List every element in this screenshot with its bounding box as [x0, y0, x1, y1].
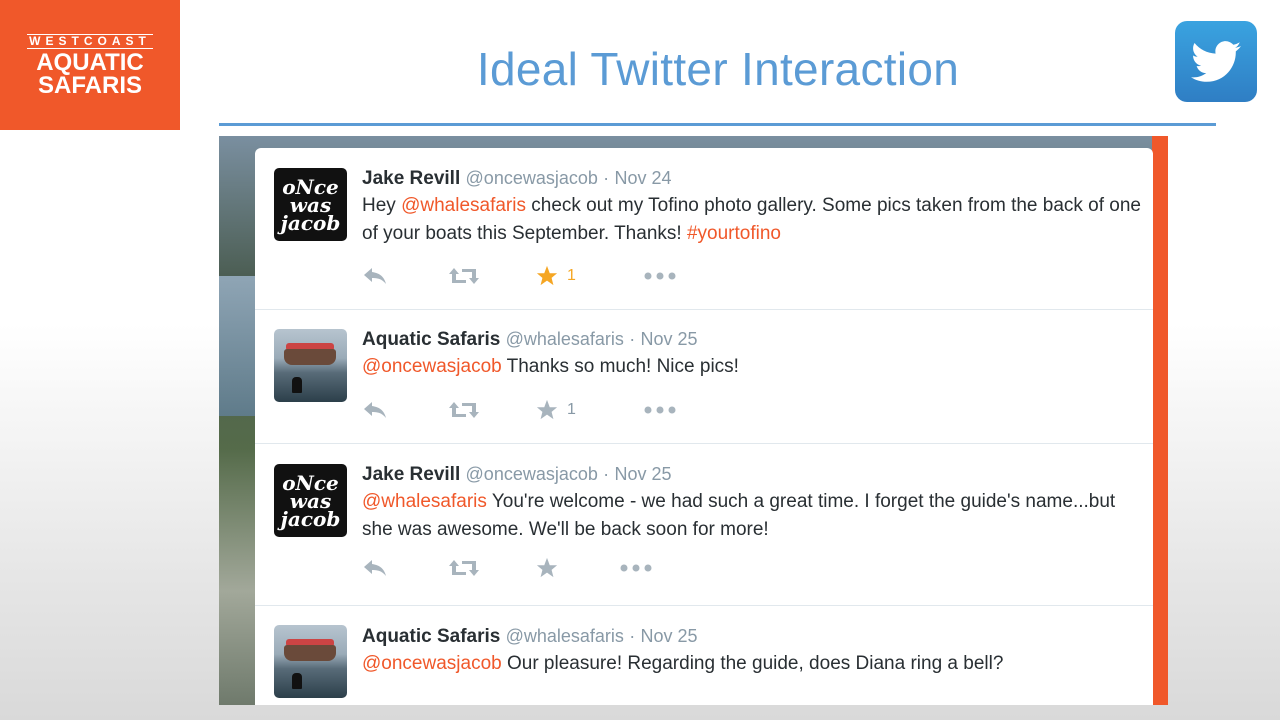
tweet-header: Aquatic Safaris @whalesafaris · Nov 25 — [362, 625, 698, 648]
more-icon[interactable] — [620, 556, 652, 580]
text-segment: Our pleasure! Regarding the guide, does … — [501, 653, 1004, 674]
reply-icon[interactable] — [362, 556, 388, 580]
logo-line-1: WESTCOAST — [27, 33, 153, 49]
tweet-2: Aquatic Safaris @whalesafaris · Nov 25 @… — [255, 310, 1153, 444]
favorite-count: 1 — [567, 401, 576, 418]
tweet-text: @whalesafaris You're welcome - we had su… — [362, 488, 1142, 544]
author-handle[interactable]: @oncewasjacob — [466, 464, 598, 484]
avatar[interactable] — [274, 625, 347, 698]
mention-link[interactable]: @whalesafaris — [401, 195, 526, 216]
text-segment: Thanks so much! Nice pics! — [501, 356, 739, 377]
retweet-icon[interactable] — [448, 264, 480, 288]
tweet-3: oNce was jacob Jake Revill @oncewasjacob ·… — [255, 444, 1153, 606]
boat-hull — [284, 645, 336, 661]
separator: · — [629, 329, 636, 349]
orange-edge — [1152, 136, 1168, 705]
mention-link[interactable]: @oncewasjacob — [362, 356, 502, 377]
author-handle[interactable]: @whalesafaris — [506, 329, 624, 349]
author-handle[interactable]: @oncewasjacob — [466, 168, 598, 188]
separator: · — [603, 168, 610, 188]
orca-fin — [292, 673, 302, 689]
mention-link[interactable]: @oncewasjacob — [362, 653, 502, 674]
more-icon[interactable] — [644, 264, 676, 288]
avatar[interactable] — [274, 329, 347, 402]
tweet-text: @oncewasjacob Thanks so much! Nice pics! — [362, 353, 1142, 381]
author-handle[interactable]: @whalesafaris — [506, 626, 624, 646]
avatar[interactable]: oNce was jacob — [274, 168, 347, 241]
star-icon — [536, 399, 558, 420]
avatar[interactable]: oNce was jacob — [274, 464, 347, 537]
orca-fin — [292, 377, 302, 393]
tweet-4: Aquatic Safaris @whalesafaris · Nov 25 @… — [255, 606, 1153, 705]
reply-icon[interactable] — [362, 264, 388, 288]
tweet-date[interactable]: Nov 24 — [614, 168, 671, 188]
westcoast-aquatic-safaris-logo: WESTCOAST AQUATIC SAFARIS — [0, 0, 180, 130]
twitter-screenshot: oNce was jacob Jake Revill @oncewasjacob ·… — [219, 136, 1168, 705]
tweet-actions: 1 — [362, 398, 702, 422]
logo-line-2: AQUATIC — [36, 48, 144, 76]
tweet-date[interactable]: Nov 25 — [614, 464, 671, 484]
tweet-thread: oNce was jacob Jake Revill @oncewasjacob ·… — [255, 148, 1153, 705]
favorite-button[interactable] — [536, 556, 567, 580]
logo-line-3: SAFARIS — [37, 71, 142, 99]
favorite-button[interactable]: 1 — [536, 398, 576, 422]
more-icon[interactable] — [644, 398, 676, 422]
tweet-date[interactable]: Nov 25 — [641, 329, 698, 349]
tweet-date[interactable]: Nov 25 — [641, 626, 698, 646]
retweet-icon[interactable] — [448, 556, 480, 580]
favorite-count: 1 — [567, 267, 576, 284]
separator: · — [629, 626, 636, 646]
tweet-actions — [362, 556, 702, 580]
star-icon — [536, 265, 558, 286]
background-photo-water — [219, 276, 255, 416]
tweet-header: Jake Revill @oncewasjacob · Nov 24 — [362, 167, 672, 190]
author-name[interactable]: Aquatic Safaris — [362, 626, 500, 647]
tweet-header: Aquatic Safaris @whalesafaris · Nov 25 — [362, 328, 698, 351]
star-icon — [536, 557, 558, 578]
text-segment: Hey — [362, 195, 402, 216]
reply-icon[interactable] — [362, 398, 388, 422]
title-divider — [219, 123, 1216, 126]
tweet-actions: 1 — [362, 264, 702, 288]
retweet-icon[interactable] — [448, 398, 480, 422]
tweet-header: Jake Revill @oncewasjacob · Nov 25 — [362, 463, 672, 486]
twitter-bird-icon — [1175, 21, 1257, 102]
author-name[interactable]: Aquatic Safaris — [362, 329, 500, 350]
author-name[interactable]: Jake Revill — [362, 464, 460, 485]
hashtag-link[interactable]: #yourtofino — [687, 223, 781, 244]
separator: · — [603, 464, 610, 484]
tweet-text: @oncewasjacob Our pleasure! Regarding th… — [362, 650, 1142, 678]
boat-hull — [284, 349, 336, 365]
favorite-button[interactable]: 1 — [536, 264, 576, 288]
tweet-1: oNce was jacob Jake Revill @oncewasjacob ·… — [255, 148, 1153, 310]
author-name[interactable]: Jake Revill — [362, 168, 460, 189]
tweet-text: Hey @whalesafaris check out my Tofino ph… — [362, 192, 1142, 248]
slide-title: Ideal Twitter Interaction — [476, 43, 960, 95]
mention-link[interactable]: @whalesafaris — [362, 491, 487, 512]
